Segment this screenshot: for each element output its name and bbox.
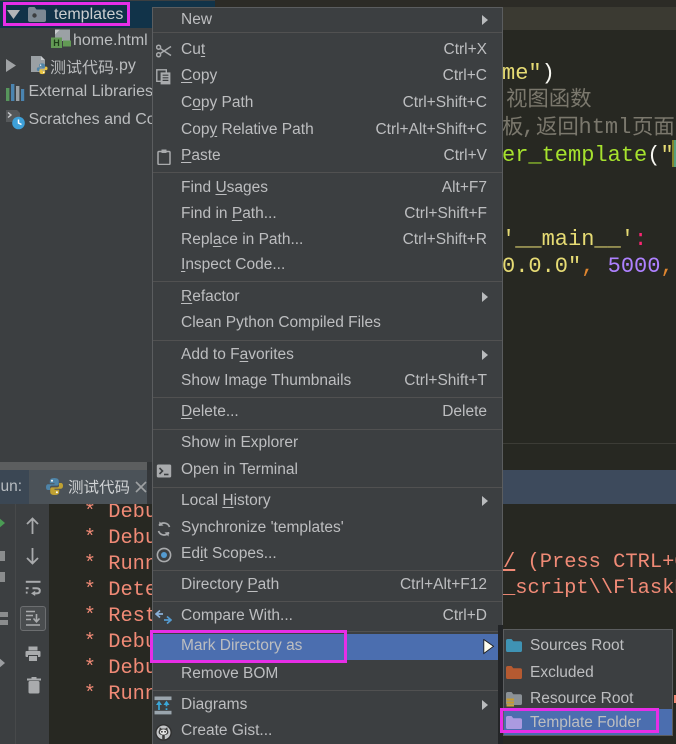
- svg-text:H: H: [53, 38, 60, 48]
